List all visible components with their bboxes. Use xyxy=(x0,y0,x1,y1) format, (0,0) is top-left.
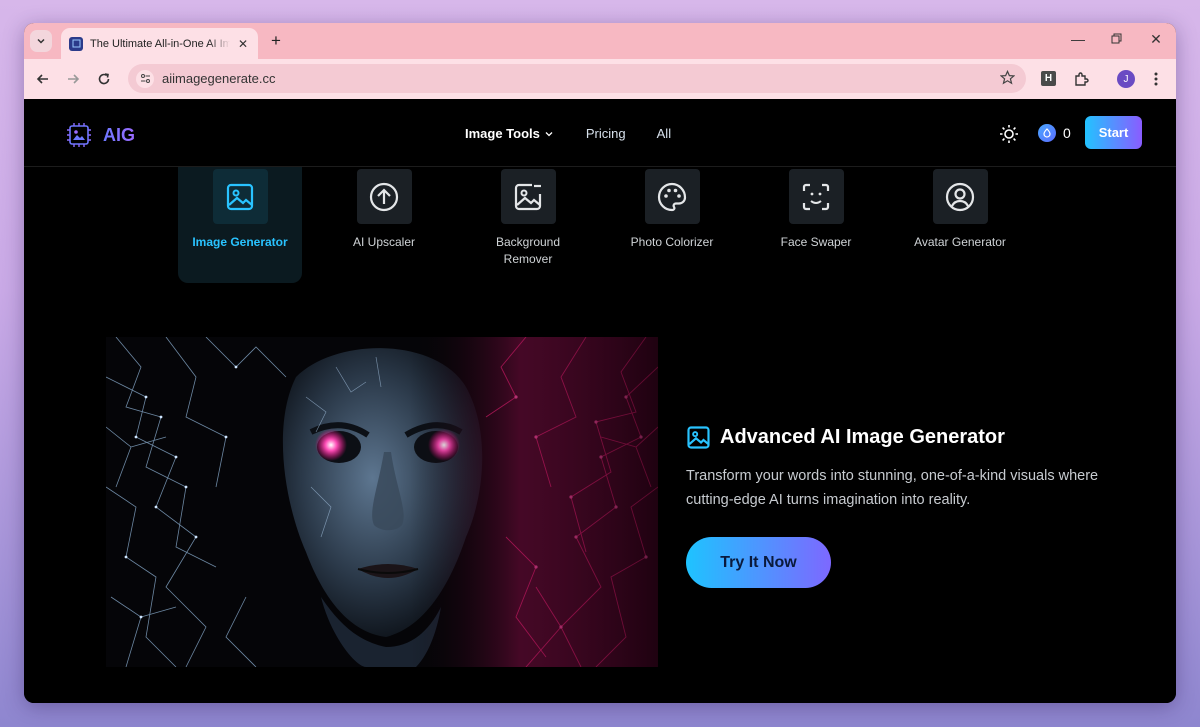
tool-label: Avatar Generator xyxy=(914,235,1006,249)
nav-pricing[interactable]: Pricing xyxy=(586,126,626,141)
restore-button[interactable] xyxy=(1106,31,1126,47)
site-favicon-icon xyxy=(69,36,83,51)
palette-icon xyxy=(644,169,700,224)
site-info-icon[interactable] xyxy=(136,69,154,88)
start-button[interactable]: Start xyxy=(1085,116,1142,149)
chip-image-logo-icon xyxy=(67,123,91,147)
tool-label: AI Upscaler xyxy=(352,235,416,249)
main-nav: Image Tools Pricing All xyxy=(465,126,671,141)
bookmark-star-icon[interactable] xyxy=(999,69,1016,90)
extensions-puzzle-icon[interactable] xyxy=(1072,70,1090,88)
reload-icon xyxy=(98,73,110,85)
face-scan-icon xyxy=(788,169,844,224)
arrow-up-circle-icon xyxy=(356,169,412,224)
site-header: AIG Image Tools Pricing All 0 Start xyxy=(24,99,1176,167)
tool-background-remover[interactable]: Background Remover xyxy=(466,167,590,283)
tool-label: Background Remover xyxy=(495,235,561,266)
browser-window: The Ultimate All-in-One AI Image Generat… xyxy=(24,23,1176,703)
tool-image-generator[interactable]: Image Generator xyxy=(178,167,302,283)
close-window-button[interactable]: ✕ xyxy=(1146,31,1166,48)
hero-image xyxy=(106,337,658,667)
try-it-now-button[interactable]: Try It Now xyxy=(686,537,831,588)
hero-content: Advanced AI Image Generator Transform yo… xyxy=(686,425,1116,588)
reload-button[interactable] xyxy=(94,69,114,89)
image-remove-icon xyxy=(500,169,556,224)
tool-photo-colorizer[interactable]: Photo Colorizer xyxy=(610,167,734,283)
tab-title: The Ultimate All-in-One AI Image Generat… xyxy=(90,37,230,50)
url-text: aiimagegenerate.cc xyxy=(162,71,276,86)
nav-image-tools-label: Image Tools xyxy=(465,126,540,141)
hero-title-text: Advanced AI Image Generator xyxy=(720,426,1005,448)
tool-label: Photo Colorizer xyxy=(630,235,714,249)
browser-tab[interactable]: The Ultimate All-in-One AI Image Generat… xyxy=(61,28,258,59)
tab-search-button[interactable] xyxy=(30,30,52,52)
hero-description: Transform your words into stunning, one-… xyxy=(686,468,1099,508)
website: AIG Image Tools Pricing All 0 Start Imag… xyxy=(24,99,1176,703)
user-circle-icon xyxy=(932,169,988,224)
browser-toolbar: aiimagegenerate.cc H J xyxy=(24,59,1176,99)
extension-h-icon[interactable]: H xyxy=(1041,71,1056,86)
credits-counter[interactable]: 0 xyxy=(1038,124,1071,142)
profile-avatar[interactable]: J xyxy=(1117,70,1135,88)
credit-coin-icon xyxy=(1038,124,1056,142)
restore-icon xyxy=(1111,33,1121,44)
tools-menu: Image Generator AI Upscaler Background R… xyxy=(24,167,1176,285)
nav-image-tools[interactable]: Image Tools xyxy=(465,126,554,141)
tool-label: Image Generator xyxy=(192,235,288,249)
tool-avatar-generator[interactable]: Avatar Generator xyxy=(898,167,1022,283)
chevron-down-icon xyxy=(37,38,45,44)
minimize-button[interactable]: — xyxy=(1068,31,1088,47)
address-bar[interactable]: aiimagegenerate.cc xyxy=(128,64,1026,93)
nav-all[interactable]: All xyxy=(657,126,671,141)
arrow-left-icon xyxy=(36,74,48,84)
new-tab-button[interactable]: + xyxy=(266,31,286,51)
image-icon xyxy=(687,426,710,449)
tool-ai-upscaler[interactable]: AI Upscaler xyxy=(322,167,446,283)
hero-title: Advanced AI Image Generator xyxy=(686,425,1116,450)
image-icon xyxy=(212,169,268,224)
sun-icon xyxy=(1000,125,1018,143)
chevron-down-icon xyxy=(545,131,553,136)
theme-toggle-button[interactable] xyxy=(998,123,1020,145)
logo-text: AIG xyxy=(103,124,136,145)
more-menu-icon[interactable] xyxy=(1147,70,1165,88)
close-tab-icon[interactable]: ✕ xyxy=(236,37,250,51)
tab-bar: The Ultimate All-in-One AI Image Generat… xyxy=(24,23,1176,59)
back-button[interactable] xyxy=(33,69,53,89)
site-logo[interactable]: AIG xyxy=(66,122,135,148)
tool-label: Face Swaper xyxy=(780,235,852,249)
forward-button[interactable] xyxy=(63,69,83,89)
arrow-right-icon xyxy=(68,74,80,84)
tool-face-swaper[interactable]: Face Swaper xyxy=(754,167,878,283)
credits-value: 0 xyxy=(1063,125,1071,141)
